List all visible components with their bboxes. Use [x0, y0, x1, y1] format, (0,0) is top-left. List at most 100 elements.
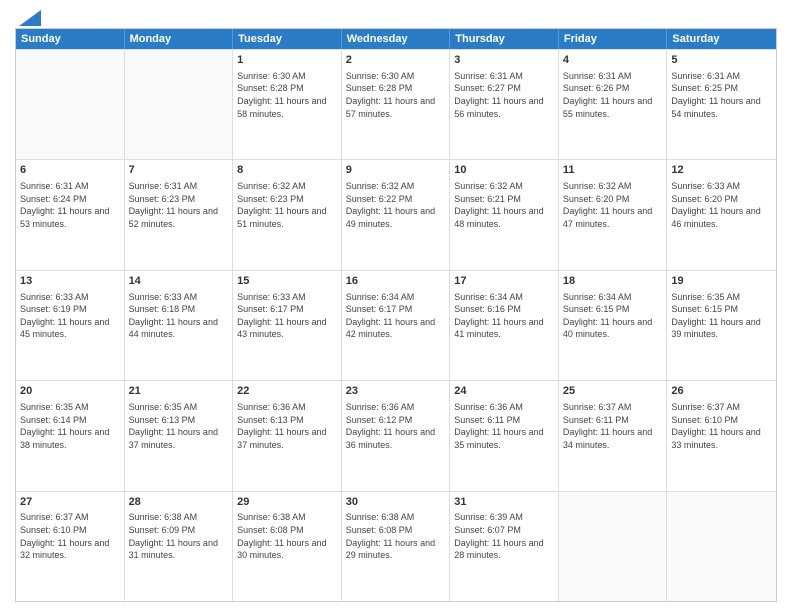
day-header-thursday: Thursday: [450, 29, 559, 49]
cell-info: Sunrise: 6:36 AM Sunset: 6:13 PM Dayligh…: [237, 401, 337, 451]
cal-cell-17: 17 Sunrise: 6:34 AM Sunset: 6:16 PM Dayli…: [450, 271, 559, 380]
day-number: 14: [129, 274, 229, 289]
cell-info: Sunrise: 6:33 AM Sunset: 6:19 PM Dayligh…: [20, 291, 120, 341]
week-row-3: 13 Sunrise: 6:33 AM Sunset: 6:19 PM Dayli…: [16, 270, 776, 380]
cal-cell-16: 16 Sunrise: 6:34 AM Sunset: 6:17 PM Dayli…: [342, 271, 451, 380]
day-number: 27: [20, 495, 120, 510]
cell-info: Sunrise: 6:38 AM Sunset: 6:09 PM Dayligh…: [129, 511, 229, 561]
day-header-saturday: Saturday: [667, 29, 776, 49]
day-number: 29: [237, 495, 337, 510]
cal-cell-30: 30Sunrise: 6:38 AM Sunset: 6:08 PM Dayli…: [342, 492, 451, 601]
day-number: 3: [454, 53, 554, 68]
day-header-sunday: Sunday: [16, 29, 125, 49]
day-number: 26: [671, 384, 772, 399]
cell-info: Sunrise: 6:32 AM Sunset: 6:23 PM Dayligh…: [237, 180, 337, 230]
cell-info: Sunrise: 6:31 AM Sunset: 6:24 PM Dayligh…: [20, 180, 120, 230]
calendar: SundayMondayTuesdayWednesdayThursdayFrid…: [15, 28, 777, 602]
cal-cell-18: 18 Sunrise: 6:34 AM Sunset: 6:15 PM Dayli…: [559, 271, 668, 380]
header: [15, 10, 777, 22]
cal-cell-25: 25 Sunrise: 6:37 AM Sunset: 6:11 PM Dayli…: [559, 381, 668, 490]
cell-info: Sunrise: 6:35 AM Sunset: 6:15 PM Dayligh…: [671, 291, 772, 341]
cal-cell-empty: [16, 50, 125, 159]
day-header-friday: Friday: [559, 29, 668, 49]
cell-info: Sunrise: 6:32 AM Sunset: 6:20 PM Dayligh…: [563, 180, 663, 230]
day-number: 25: [563, 384, 663, 399]
cell-info: Sunrise: 6:30 AM Sunset: 6:28 PM Dayligh…: [237, 70, 337, 120]
cell-info: Sunrise: 6:33 AM Sunset: 6:17 PM Dayligh…: [237, 291, 337, 341]
cell-info: Sunrise: 6:32 AM Sunset: 6:21 PM Dayligh…: [454, 180, 554, 230]
day-number: 17: [454, 274, 554, 289]
cal-cell-7: 7 Sunrise: 6:31 AM Sunset: 6:23 PM Daylig…: [125, 160, 234, 269]
cal-cell-21: 21 Sunrise: 6:35 AM Sunset: 6:13 PM Dayli…: [125, 381, 234, 490]
cal-cell-14: 14 Sunrise: 6:33 AM Sunset: 6:18 PM Dayli…: [125, 271, 234, 380]
cell-info: Sunrise: 6:37 AM Sunset: 6:11 PM Dayligh…: [563, 401, 663, 451]
day-number: 22: [237, 384, 337, 399]
cal-cell-1: 1Sunrise: 6:30 AM Sunset: 6:28 PM Daylig…: [233, 50, 342, 159]
cal-cell-3: 3 Sunrise: 6:31 AM Sunset: 6:27 PM Daylig…: [450, 50, 559, 159]
cell-info: Sunrise: 6:35 AM Sunset: 6:14 PM Dayligh…: [20, 401, 120, 451]
day-number: 6: [20, 163, 120, 178]
week-row-2: 6 Sunrise: 6:31 AM Sunset: 6:24 PM Daylig…: [16, 159, 776, 269]
cell-info: Sunrise: 6:39 AM Sunset: 6:07 PM Dayligh…: [454, 511, 554, 561]
day-number: 11: [563, 163, 663, 178]
day-number: 18: [563, 274, 663, 289]
cell-info: Sunrise: 6:33 AM Sunset: 6:18 PM Dayligh…: [129, 291, 229, 341]
day-number: 28: [129, 495, 229, 510]
day-number: 19: [671, 274, 772, 289]
day-number: 5: [671, 53, 772, 68]
cal-cell-15: 15 Sunrise: 6:33 AM Sunset: 6:17 PM Dayli…: [233, 271, 342, 380]
cell-info: Sunrise: 6:36 AM Sunset: 6:11 PM Dayligh…: [454, 401, 554, 451]
day-number: 16: [346, 274, 446, 289]
cell-info: Sunrise: 6:30 AM Sunset: 6:28 PM Dayligh…: [346, 70, 446, 120]
cell-info: Sunrise: 6:37 AM Sunset: 6:10 PM Dayligh…: [20, 511, 120, 561]
cell-info: Sunrise: 6:34 AM Sunset: 6:16 PM Dayligh…: [454, 291, 554, 341]
day-number: 2: [346, 53, 446, 68]
cell-info: Sunrise: 6:33 AM Sunset: 6:20 PM Dayligh…: [671, 180, 772, 230]
cell-info: Sunrise: 6:35 AM Sunset: 6:13 PM Dayligh…: [129, 401, 229, 451]
day-number: 24: [454, 384, 554, 399]
day-number: 30: [346, 495, 446, 510]
cal-cell-2: 2 Sunrise: 6:30 AM Sunset: 6:28 PM Daylig…: [342, 50, 451, 159]
cell-info: Sunrise: 6:34 AM Sunset: 6:15 PM Dayligh…: [563, 291, 663, 341]
cal-cell-22: 22 Sunrise: 6:36 AM Sunset: 6:13 PM Dayli…: [233, 381, 342, 490]
cell-info: Sunrise: 6:37 AM Sunset: 6:10 PM Dayligh…: [671, 401, 772, 451]
cell-info: Sunrise: 6:32 AM Sunset: 6:22 PM Dayligh…: [346, 180, 446, 230]
cal-cell-4: 4 Sunrise: 6:31 AM Sunset: 6:26 PM Daylig…: [559, 50, 668, 159]
cal-cell-29: 29Sunrise: 6:38 AM Sunset: 6:08 PM Dayli…: [233, 492, 342, 601]
calendar-body: 1Sunrise: 6:30 AM Sunset: 6:28 PM Daylig…: [16, 49, 776, 601]
cal-cell-5: 5 Sunrise: 6:31 AM Sunset: 6:25 PM Daylig…: [667, 50, 776, 159]
day-number: 4: [563, 53, 663, 68]
cal-cell-28: 28Sunrise: 6:38 AM Sunset: 6:09 PM Dayli…: [125, 492, 234, 601]
day-number: 23: [346, 384, 446, 399]
cell-info: Sunrise: 6:31 AM Sunset: 6:23 PM Dayligh…: [129, 180, 229, 230]
cal-cell-12: 12 Sunrise: 6:33 AM Sunset: 6:20 PM Dayli…: [667, 160, 776, 269]
logo-icon: [19, 10, 41, 26]
day-number: 9: [346, 163, 446, 178]
cal-cell-27: 27Sunrise: 6:37 AM Sunset: 6:10 PM Dayli…: [16, 492, 125, 601]
calendar-header: SundayMondayTuesdayWednesdayThursdayFrid…: [16, 29, 776, 49]
day-header-monday: Monday: [125, 29, 234, 49]
cell-info: Sunrise: 6:31 AM Sunset: 6:26 PM Dayligh…: [563, 70, 663, 120]
cell-info: Sunrise: 6:38 AM Sunset: 6:08 PM Dayligh…: [237, 511, 337, 561]
day-number: 20: [20, 384, 120, 399]
week-row-5: 27Sunrise: 6:37 AM Sunset: 6:10 PM Dayli…: [16, 491, 776, 601]
cal-cell-31: 31Sunrise: 6:39 AM Sunset: 6:07 PM Dayli…: [450, 492, 559, 601]
day-number: 12: [671, 163, 772, 178]
day-number: 8: [237, 163, 337, 178]
day-header-wednesday: Wednesday: [342, 29, 451, 49]
cell-info: Sunrise: 6:36 AM Sunset: 6:12 PM Dayligh…: [346, 401, 446, 451]
day-number: 7: [129, 163, 229, 178]
cal-cell-19: 19 Sunrise: 6:35 AM Sunset: 6:15 PM Dayli…: [667, 271, 776, 380]
day-number: 13: [20, 274, 120, 289]
cal-cell-10: 10Sunrise: 6:32 AM Sunset: 6:21 PM Dayli…: [450, 160, 559, 269]
cell-info: Sunrise: 6:34 AM Sunset: 6:17 PM Dayligh…: [346, 291, 446, 341]
week-row-1: 1Sunrise: 6:30 AM Sunset: 6:28 PM Daylig…: [16, 49, 776, 159]
cell-info: Sunrise: 6:38 AM Sunset: 6:08 PM Dayligh…: [346, 511, 446, 561]
cal-cell-11: 11 Sunrise: 6:32 AM Sunset: 6:20 PM Dayli…: [559, 160, 668, 269]
day-number: 21: [129, 384, 229, 399]
cal-cell-8: 8 Sunrise: 6:32 AM Sunset: 6:23 PM Daylig…: [233, 160, 342, 269]
cal-cell-26: 26 Sunrise: 6:37 AM Sunset: 6:10 PM Dayli…: [667, 381, 776, 490]
cell-info: Sunrise: 6:31 AM Sunset: 6:25 PM Dayligh…: [671, 70, 772, 120]
day-number: 15: [237, 274, 337, 289]
cell-info: Sunrise: 6:31 AM Sunset: 6:27 PM Dayligh…: [454, 70, 554, 120]
